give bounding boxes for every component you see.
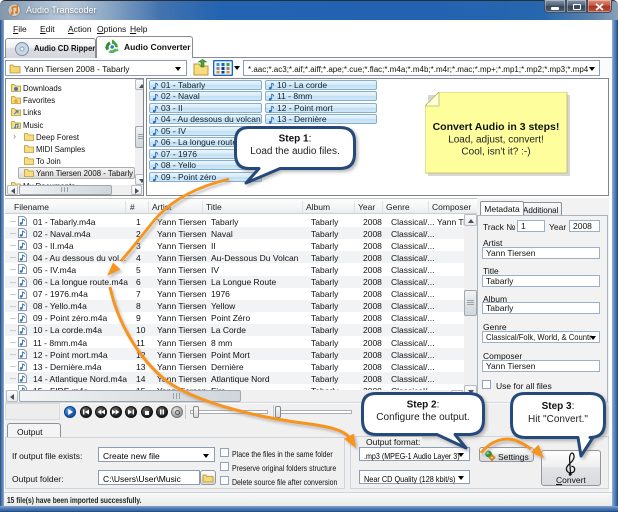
svg-text:Hit "Convert.": Hit "Convert."	[528, 414, 588, 425]
svg-text:Step 2:: Step 2:	[407, 400, 440, 411]
svg-text:Configure the output.: Configure the output.	[376, 412, 469, 423]
svg-text:Cool, isn't it? :-): Cool, isn't it? :-)	[461, 147, 530, 158]
svg-text:Convert Audio in 3 steps!: Convert Audio in 3 steps!	[433, 121, 560, 133]
svg-text:Load, adjust, convert!: Load, adjust, convert!	[448, 135, 544, 146]
svg-text:Step 3:: Step 3:	[542, 401, 575, 412]
svg-text:Step 1:: Step 1:	[279, 134, 312, 145]
svg-text:Load the audio files.: Load the audio files.	[250, 146, 340, 157]
